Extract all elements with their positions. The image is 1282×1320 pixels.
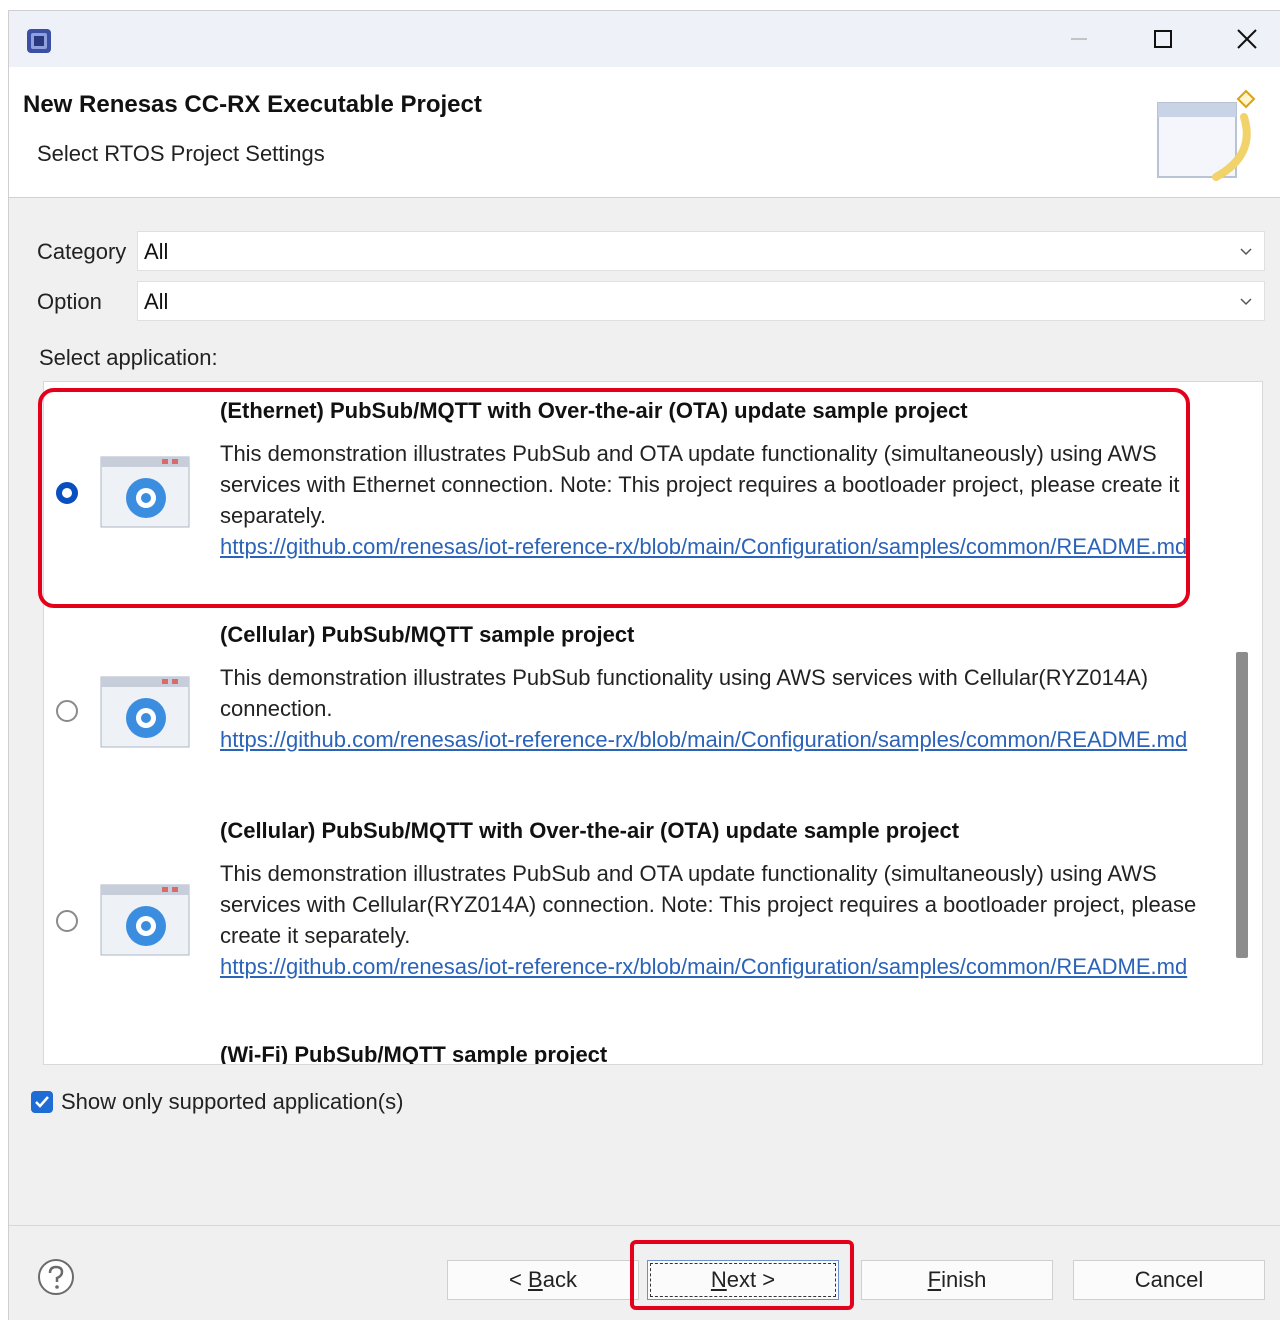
application-title: (Ethernet) PubSub/MQTT with Over-the-air…	[220, 398, 968, 423]
gear-window-icon	[100, 456, 190, 528]
application-readme-link[interactable]: https://github.com/renesas/iot-reference…	[220, 727, 1187, 752]
application-title: (Cellular) PubSub/MQTT with Over-the-air…	[220, 818, 960, 843]
maximize-button[interactable]	[1133, 17, 1193, 61]
option-select[interactable]: All	[137, 281, 1265, 321]
cancel-button[interactable]: Cancel	[1073, 1260, 1265, 1300]
gear-window-icon	[100, 884, 190, 956]
gear-window-icon	[100, 676, 190, 748]
help-icon[interactable]	[37, 1258, 75, 1296]
application-readme-link[interactable]: https://github.com/renesas/iot-reference…	[220, 954, 1187, 979]
application-readme-link[interactable]: https://github.com/renesas/iot-reference…	[220, 534, 1187, 559]
finish-rest: inish	[941, 1267, 987, 1292]
application-title: (Wi-Fi) PubSub/MQTT sample project	[220, 1042, 608, 1065]
show-supported-checkbox[interactable]	[31, 1091, 53, 1113]
category-label: Category	[37, 239, 127, 264]
show-supported-label: Show only supported application(s)	[61, 1089, 404, 1114]
application-description: This demonstration illustrates PubSub an…	[220, 858, 1200, 982]
option-label: Option	[37, 289, 102, 314]
application-radio[interactable]	[56, 700, 78, 722]
next-mnemonic: N	[710, 1267, 727, 1292]
next-rest: ext >	[726, 1267, 776, 1292]
application-list[interactable]: (Ethernet) PubSub/MQTT with Over-the-air…	[43, 381, 1263, 1065]
application-radio[interactable]	[56, 910, 78, 932]
wizard-title: New Renesas CC-RX Executable Project	[23, 91, 482, 118]
back-prefix: <	[509, 1267, 529, 1292]
application-description-text: This demonstration illustrates PubSub an…	[220, 441, 1180, 528]
list-scrollbar-thumb[interactable]	[1236, 652, 1248, 958]
next-button[interactable]: Next >	[647, 1260, 839, 1300]
chevron-down-icon	[1240, 248, 1252, 256]
chevron-down-icon	[1240, 298, 1252, 306]
option-value: All	[144, 289, 169, 314]
maximize-icon	[1154, 30, 1172, 48]
application-description: This demonstration illustrates PubSub an…	[220, 438, 1200, 562]
application-description-text: This demonstration illustrates PubSub fu…	[220, 665, 1149, 721]
select-application-label: Select application:	[39, 345, 218, 370]
application-description-text: This demonstration illustrates PubSub an…	[220, 861, 1197, 948]
finish-mnemonic: F	[927, 1267, 942, 1292]
back-mnemonic: B	[528, 1267, 543, 1292]
wizard-banner-icon	[1157, 89, 1256, 181]
application-title: (Cellular) PubSub/MQTT sample project	[220, 622, 635, 647]
wizard-window: New Renesas CC-RX Executable Project Sel…	[8, 10, 1280, 1320]
wizard-subtitle: Select RTOS Project Settings	[37, 141, 325, 166]
application-radio[interactable]	[56, 482, 78, 504]
checkmark-icon	[35, 1096, 49, 1108]
application-description: This demonstration illustrates PubSub fu…	[220, 662, 1200, 755]
renesas-ide-icon	[27, 29, 51, 53]
wizard-footer: < Back Next > Finish Cancel	[9, 1225, 1280, 1320]
close-button[interactable]	[1217, 17, 1277, 61]
close-icon	[1237, 29, 1257, 49]
back-rest: ack	[542, 1267, 577, 1292]
title-bar	[9, 11, 1280, 67]
category-value: All	[144, 239, 169, 264]
back-button[interactable]: < Back	[447, 1260, 639, 1300]
wizard-header: New Renesas CC-RX Executable Project Sel…	[9, 67, 1280, 198]
minimize-button[interactable]	[1049, 17, 1109, 61]
minimize-icon	[1071, 38, 1087, 40]
category-select[interactable]: All	[137, 231, 1265, 271]
finish-button[interactable]: Finish	[861, 1260, 1053, 1300]
